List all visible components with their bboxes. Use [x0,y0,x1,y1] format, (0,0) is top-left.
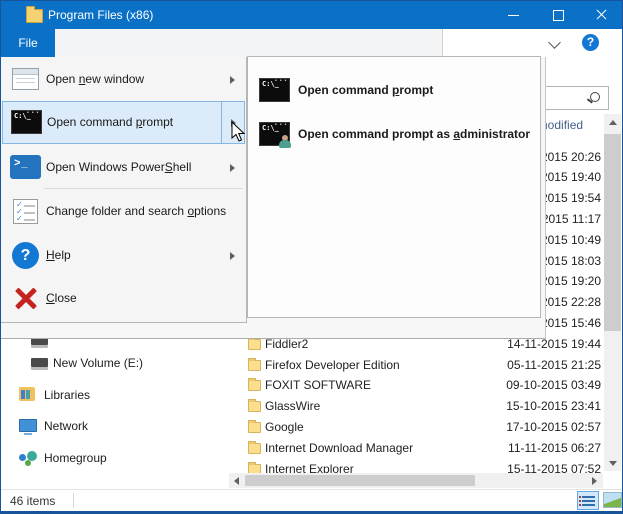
scroll-up-button[interactable] [604,114,621,130]
options-icon [10,198,42,225]
file-tab[interactable]: File [1,29,55,57]
file-date-modified: 17-10-2015 02:57 [506,420,601,434]
menu-item-label: Open command prompt as administrator [298,113,530,155]
window-icon [10,66,42,93]
cmd-icon: C:\_ [259,77,291,104]
file-date-modified: 09-10-2015 03:49 [506,378,601,392]
file-date-modified: 2015 11:17 [542,212,601,226]
window-title: Program Files (x86) [48,1,153,29]
file-row[interactable]: FOXIT SOFTWARE 09-10-2015 03:49 [229,375,603,396]
folder-icon [248,443,261,454]
file-date-modified: 11-11-2015 06:27 [508,441,601,455]
menu-item-label: Open new window [46,59,144,100]
sidebar-item-network[interactable]: Network [1,416,228,436]
menu-item-label: Change folder and search options [46,191,226,232]
file-menu-item-open-new-window[interactable]: Open new window [2,59,245,100]
menu-item-label: Open command prompt [298,69,433,111]
mouse-cursor [231,121,247,143]
file-menu-item-change-folder-options[interactable]: Change folder and search options [2,191,245,232]
file-date-modified: 15-10-2015 23:41 [506,399,601,413]
file-row[interactable]: Firefox Developer Edition 05-11-2015 21:2… [229,355,603,376]
command-prompt-submenu: C:\_ Open command prompt C:\_ Open command … [247,56,541,318]
sidebar-item-libraries[interactable]: Libraries [1,385,228,405]
sidebar-item-label: Homegroup [44,451,107,465]
help-icon: ? [10,242,42,269]
sidebar-item-new-volume-e[interactable]: New Volume (E:) [1,353,228,373]
explorer-window: Program Files (x86) ? File Date modified… [0,0,623,514]
file-date-modified: 2015 19:54 [541,191,601,205]
file-date-modified: 2015 20:26 [541,150,601,164]
folder-icon [248,339,261,350]
horizontal-scrollbar-thumb[interactable] [245,475,475,486]
folder-icon [248,422,261,433]
folder-icon [248,380,261,391]
sidebar-item-homegroup[interactable]: Homegroup [1,448,228,468]
submenu-arrow-icon[interactable] [230,252,235,260]
scroll-left-button[interactable] [229,473,243,488]
folder-icon [26,9,43,23]
close-icon [10,285,42,312]
scroll-right-button[interactable] [587,473,601,488]
file-menu-item-close[interactable]: Close [2,278,245,319]
vertical-scrollbar-thumb[interactable] [604,134,621,331]
file-name: FOXIT SOFTWARE [265,378,371,392]
file-date-modified: 2015 18:03 [541,254,601,268]
sidebar-item-label: Network [44,419,88,433]
menu-item-label: Help [46,235,71,276]
file-name: Google [265,420,304,434]
network-icon [19,419,37,432]
vertical-scrollbar[interactable] [604,114,621,471]
file-date-modified: 2015 15:46 [541,316,601,330]
drive-icon [31,358,48,367]
file-row[interactable]: Google 17-10-2015 02:57 [229,417,603,438]
cmd-icon: C:\_ [11,109,43,136]
sidebar-item-label: New Volume (E:) [53,356,143,370]
file-menu-item-help[interactable]: ?Help [2,235,245,276]
horizontal-scrollbar[interactable] [229,473,603,488]
menu-item-label: Open Windows PowerShell [46,147,191,188]
menu-item-label: Open command prompt [47,102,173,143]
details-view-button[interactable] [577,491,599,510]
menu-item-label: Close [46,278,77,319]
submenu-arrow-icon[interactable] [230,164,235,172]
file-row[interactable]: GlassWire 15-10-2015 23:41 [229,396,603,417]
file-date-modified: 05-11-2015 21:25 [507,358,601,372]
file-row[interactable]: Internet Download Manager 11-11-2015 06:2… [229,438,603,459]
file-date-modified: 2015 19:40 [541,170,601,184]
status-bar: 46 items [1,489,623,512]
file-date-modified: 2015 19:20 [541,274,601,288]
submenu-arrow-icon[interactable] [230,76,235,84]
file-name: Internet Download Manager [265,441,413,455]
file-name: GlassWire [265,399,320,413]
thumbnails-view-button[interactable] [603,492,622,508]
powershell-icon: >_ [10,154,42,181]
folder-icon [248,360,261,371]
admin-user-badge-icon [278,135,291,148]
status-separator [73,493,74,508]
file-date-modified: 2015 10:49 [541,233,601,247]
homegroup-icon [19,450,37,466]
menu-separator [44,188,243,189]
file-menu-overlay: Open new windowC:\_Open command prompt>_… [1,57,546,339]
libraries-icon [19,387,35,401]
sidebar-item-label: Libraries [44,388,90,402]
folder-icon [248,401,261,412]
cmd-admin-icon: C:\_ [259,121,291,148]
submenu-item-open-command-prompt-admin[interactable]: C:\_ Open command prompt as administrator [250,113,538,155]
file-menu-item-open-command-prompt[interactable]: C:\_Open command prompt [2,101,245,144]
scroll-down-button[interactable] [604,455,621,471]
file-menu: Open new windowC:\_Open command prompt>_… [1,57,247,323]
file-name: Firefox Developer Edition [265,358,400,372]
details-view-icon [582,496,595,506]
file-menu-item-open-windows-powershell[interactable]: >_Open Windows PowerShell [2,147,245,188]
items-count: 46 items [10,494,55,508]
file-date-modified: 2015 22:28 [541,295,601,309]
submenu-item-open-command-prompt[interactable]: C:\_ Open command prompt [250,69,538,111]
